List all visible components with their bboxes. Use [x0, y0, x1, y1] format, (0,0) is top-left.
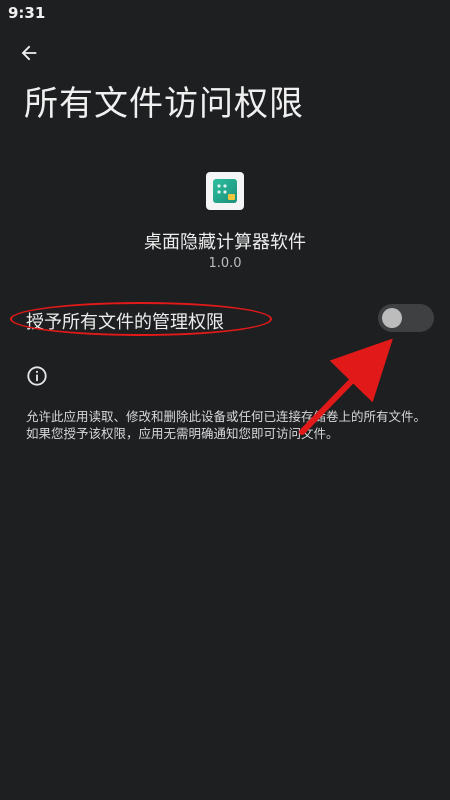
app-version: 1.0.0 [208, 256, 242, 271]
app-name: 桌面隐藏计算器软件 [144, 232, 306, 253]
arrow-left-icon [21, 45, 37, 61]
toggle-thumb [382, 308, 402, 328]
permission-description: 允许此应用读取、修改和删除此设备或任何已连接存储卷上的所有文件。如果您授予该权限… [26, 409, 427, 441]
page-title: 所有文件访问权限 [24, 84, 304, 124]
permission-toggle[interactable] [378, 304, 434, 332]
status-time: 9:31 [8, 4, 46, 22]
calculator-icon [213, 179, 237, 203]
back-button[interactable] [14, 40, 44, 66]
app-icon [206, 172, 244, 210]
info-icon [26, 365, 48, 387]
annotation-ellipse [10, 302, 272, 336]
